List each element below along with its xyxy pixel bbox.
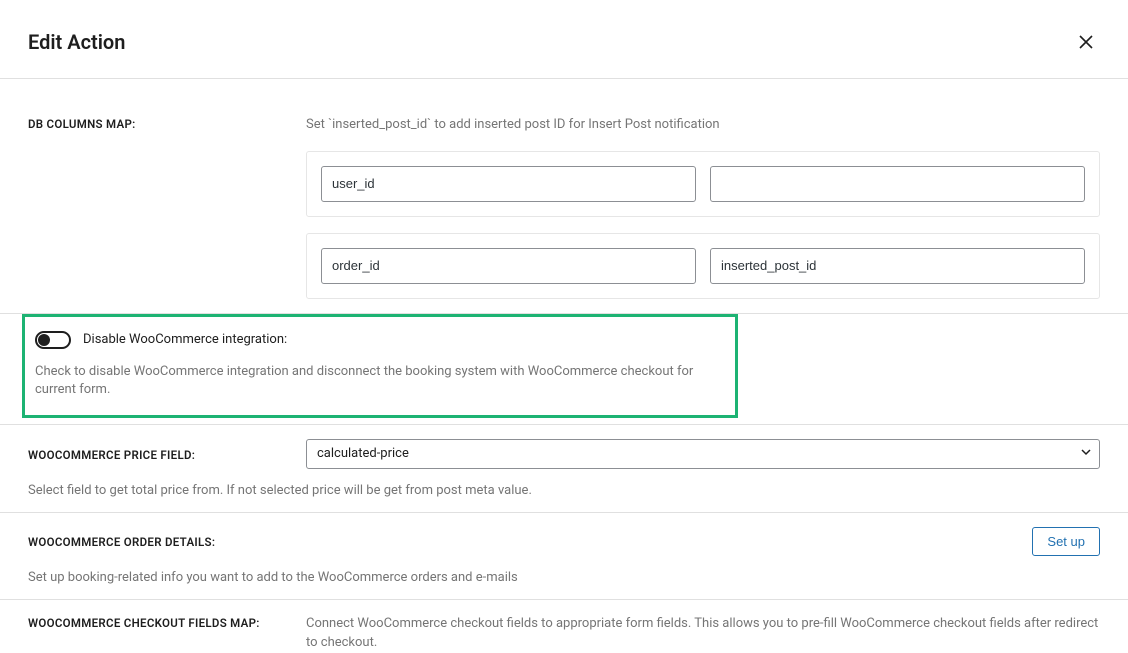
order-details-setup-button[interactable]: Set up <box>1032 527 1100 556</box>
checkout-map-label: WOOCOMMERCE CHECKOUT FIELDS MAP: <box>28 614 306 630</box>
order-details-section: WOOCOMMERCE ORDER DETAILS: Set up Set up… <box>0 513 1128 599</box>
db-columns-help: Set `inserted_post_id` to add inserted p… <box>306 115 1100 135</box>
order-details-label: WOOCOMMERCE ORDER DETAILS: <box>28 533 215 549</box>
price-field-select[interactable]: calculated-price <box>306 439 1100 469</box>
price-field-section: WOOCOMMERCE PRICE FIELD: calculated-pric… <box>0 425 1128 512</box>
db-column-key-input[interactable] <box>321 166 696 202</box>
db-columns-map-box <box>306 151 1100 217</box>
db-column-value-input[interactable] <box>710 166 1085 202</box>
db-column-key-input[interactable] <box>321 248 696 284</box>
modal-title: Edit Action <box>28 30 125 54</box>
toggle-knob <box>38 334 50 346</box>
db-column-value-input[interactable] <box>710 248 1085 284</box>
close-icon <box>1076 32 1096 52</box>
order-details-help: Set up booking-related info you want to … <box>28 570 1100 585</box>
db-columns-map-box <box>306 233 1100 299</box>
db-columns-row <box>321 166 1085 202</box>
close-button[interactable] <box>1072 28 1100 56</box>
price-field-label: WOOCOMMERCE PRICE FIELD: <box>28 446 306 462</box>
checkout-map-section: WOOCOMMERCE CHECKOUT FIELDS MAP: Connect… <box>0 600 1128 653</box>
modal-header: Edit Action <box>0 0 1128 78</box>
price-field-help: Select field to get total price from. If… <box>28 483 1100 498</box>
disable-woo-help: Check to disable WooCommerce integration… <box>35 363 717 399</box>
db-columns-label: DB COLUMNS MAP: <box>28 115 306 131</box>
db-columns-section: DB COLUMNS MAP: Set `inserted_post_id` t… <box>0 101 1128 313</box>
price-field-value: calculated-price <box>317 446 409 461</box>
disable-woo-toggle[interactable] <box>35 331 71 349</box>
disable-woo-label: Disable WooCommerce integration: <box>83 332 287 347</box>
db-columns-row <box>321 248 1085 284</box>
checkout-map-help: Connect WooCommerce checkout fields to a… <box>306 614 1100 653</box>
disable-woo-highlight: Disable WooCommerce integration: Check t… <box>22 314 738 418</box>
